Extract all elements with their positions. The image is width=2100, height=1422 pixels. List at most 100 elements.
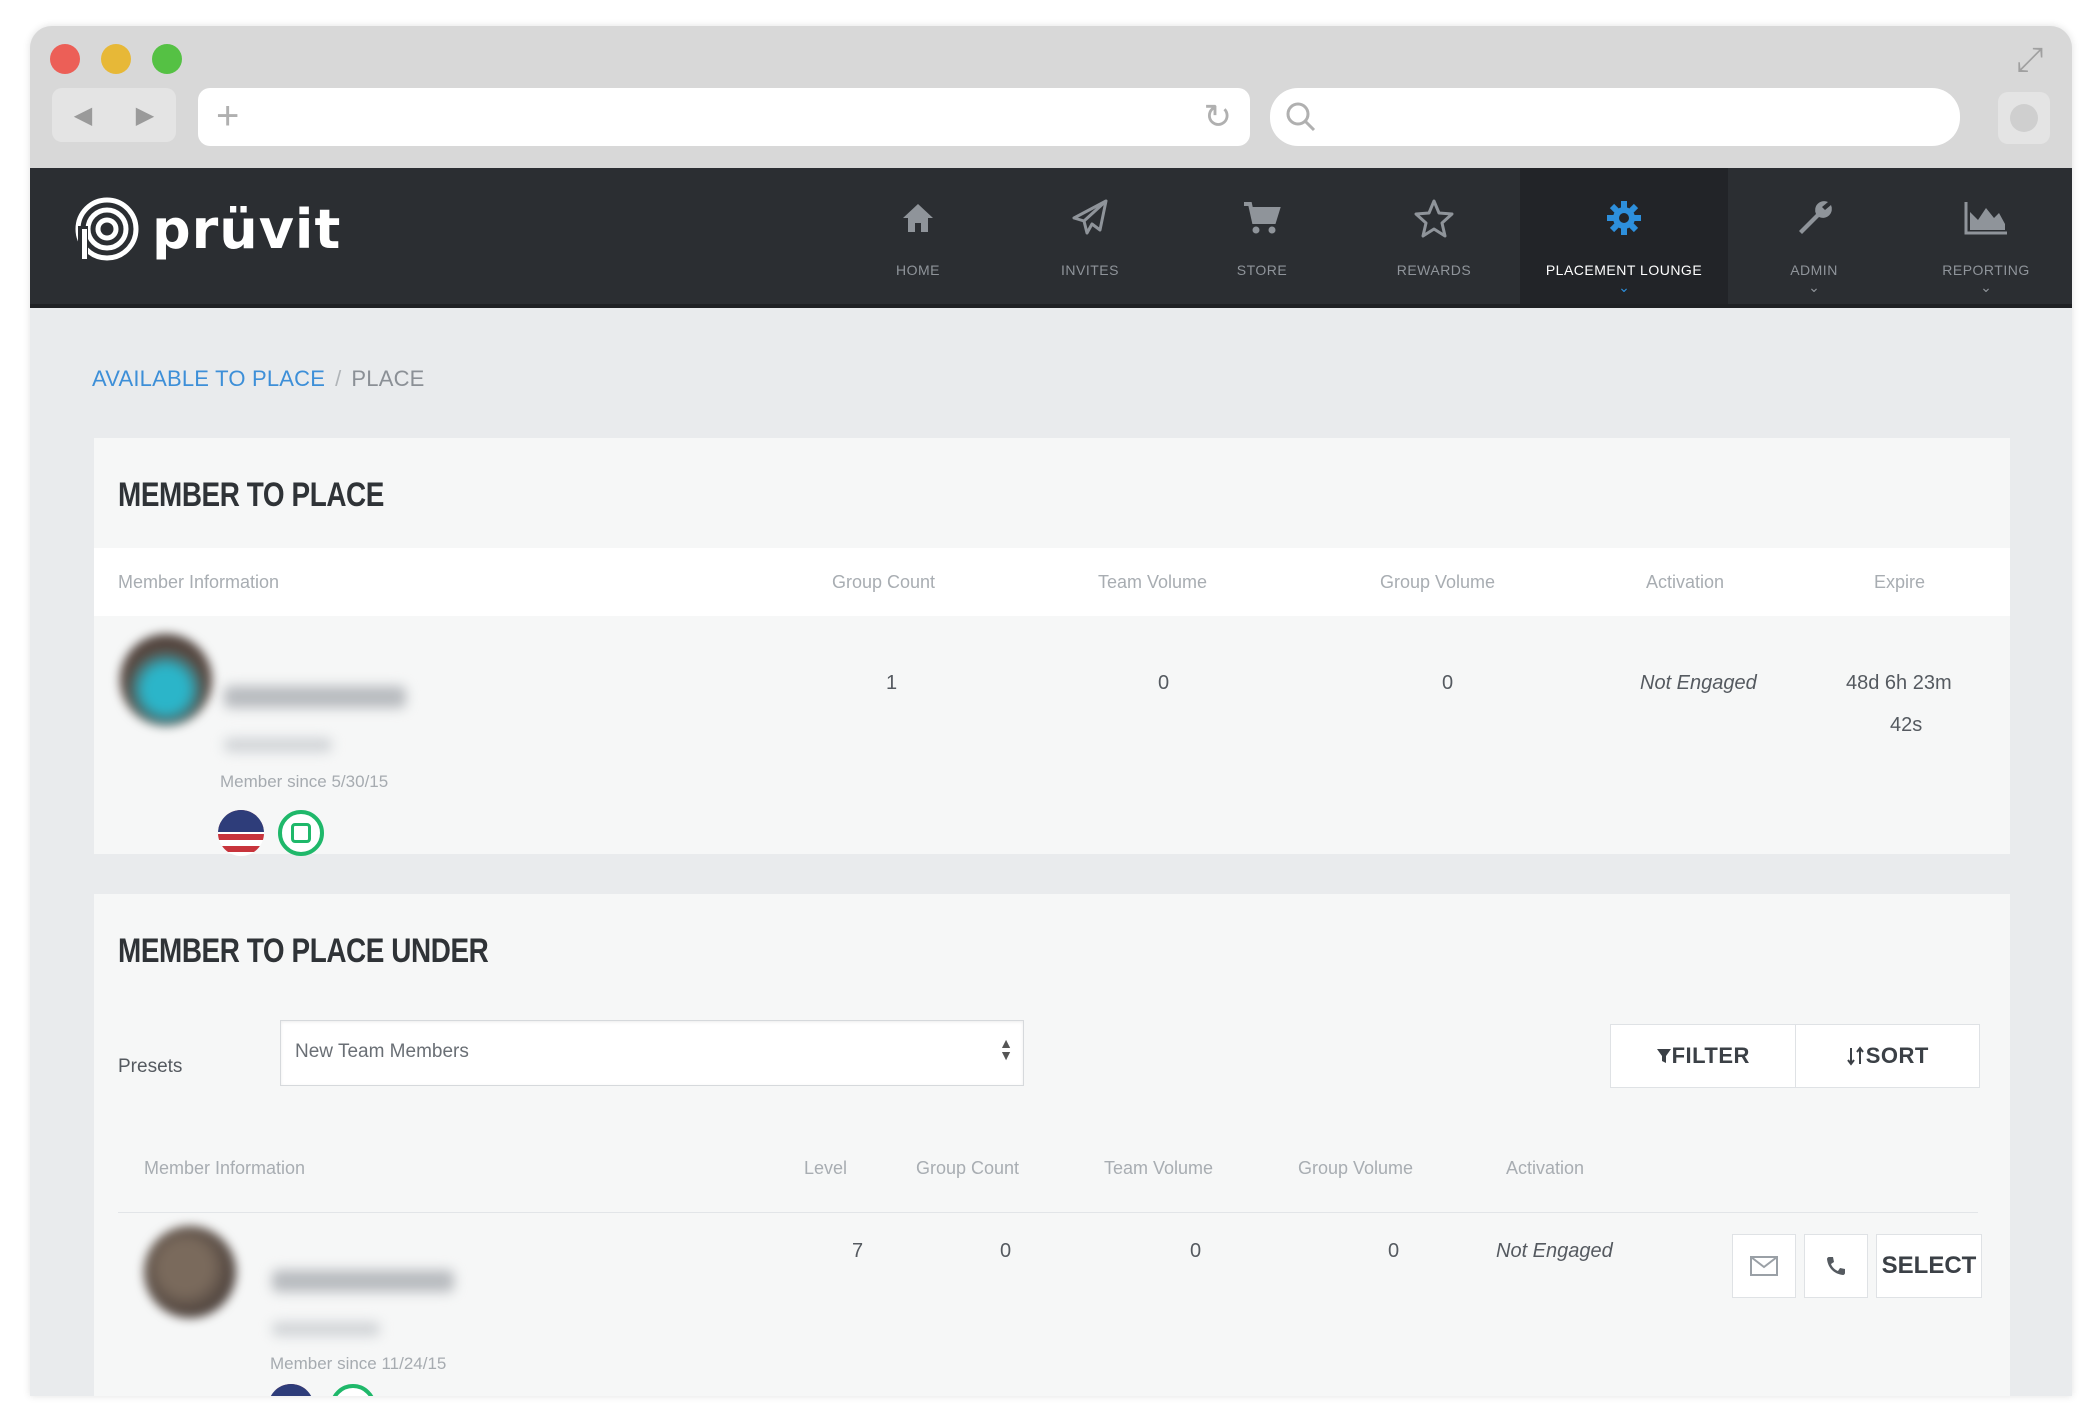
breadcrumb: AVAILABLE TO PLACE / PLACE — [92, 366, 425, 392]
nav-label: INVITES — [1061, 262, 1119, 278]
star-icon — [1414, 199, 1454, 238]
column-header: Member Information — [144, 1158, 306, 1178]
breadcrumb-current: PLACE — [351, 366, 425, 391]
sort-icon — [1846, 1046, 1864, 1066]
nav-label: STORE — [1236, 262, 1288, 278]
group-count: 0 — [1000, 1240, 1012, 1262]
member-to-place-under-panel: MEMBER TO PLACE UNDER Presets New Team M… — [94, 894, 2010, 1396]
nav-item-reporting[interactable]: REPORTING ⌄ — [1900, 168, 2072, 304]
team-volume: 0 — [1190, 1240, 1202, 1262]
minimize-window-button[interactable] — [101, 44, 131, 74]
filter-icon — [1656, 1049, 1671, 1063]
status-badge-icon — [330, 1384, 376, 1396]
member-id-redacted — [224, 738, 332, 752]
pruvit-logo-icon — [75, 197, 139, 261]
forward-icon[interactable]: ▶ — [136, 101, 154, 130]
sort-label: SORT — [1865, 1043, 1929, 1068]
new-tab-icon[interactable]: + — [216, 94, 239, 138]
column-header: Team Volume — [1104, 1158, 1214, 1178]
column-header: Activation — [1506, 1158, 1585, 1178]
chevron-down-icon: ⌄ — [1980, 279, 1992, 295]
column-header: Expire — [1874, 572, 1926, 592]
browser-window: ⤢ ◀ ▶ + ↻ prüvit HOME INVITES STORE REWA… — [30, 26, 2072, 1396]
cart-icon — [1244, 202, 1281, 234]
select-arrows-icon: ▲ ▼ — [999, 1035, 1013, 1063]
history-nav: ◀ ▶ — [52, 88, 176, 142]
reload-icon[interactable]: ↻ — [1204, 98, 1233, 136]
us-flag-icon — [268, 1384, 314, 1396]
group-volume: 0 — [1388, 1240, 1400, 1262]
email-button[interactable] — [1732, 1234, 1796, 1298]
column-header: Group Count — [916, 1158, 1020, 1178]
sort-button[interactable]: SORT — [1794, 1025, 1980, 1087]
panel-title: MEMBER TO PLACE UNDER — [118, 932, 489, 970]
gear-icon — [1607, 201, 1641, 235]
browser-profile-button[interactable] — [1998, 92, 2050, 144]
filter-button[interactable]: FILTER — [1611, 1025, 1795, 1087]
nav-item-admin[interactable]: ADMIN ⌄ — [1728, 168, 1900, 304]
nav-item-placement-lounge[interactable]: PLACEMENT LOUNGE ⌄ — [1520, 168, 1728, 304]
envelope-icon — [1750, 1256, 1778, 1276]
activation-status: Not Engaged — [1640, 672, 1757, 694]
browser-search-field[interactable] — [1270, 88, 1960, 146]
nav-item-home[interactable]: HOME — [832, 168, 1004, 304]
presets-select[interactable]: New Team Members ▲ ▼ — [280, 1020, 1024, 1086]
address-bar[interactable]: + ↻ — [198, 88, 1250, 146]
home-icon — [903, 204, 933, 232]
avatar — [120, 634, 212, 726]
filter-sort-group: FILTER SORT — [1610, 1024, 1980, 1088]
table-header: Member Information Group Count Team Volu… — [94, 548, 2010, 616]
logo-text: prüvit — [152, 197, 342, 261]
activation-status: Not Engaged — [1496, 1240, 1613, 1262]
back-icon[interactable]: ◀ — [74, 101, 92, 130]
panel-title: MEMBER TO PLACE — [118, 476, 384, 514]
phone-icon — [1827, 1257, 1845, 1275]
nav-item-invites[interactable]: INVITES — [1004, 168, 1176, 304]
logo[interactable]: prüvit — [74, 196, 341, 262]
nav-item-rewards[interactable]: REWARDS — [1348, 168, 1520, 304]
nav-label: HOME — [896, 262, 940, 278]
chevron-down-icon: ⌄ — [1618, 279, 1630, 295]
app-header: prüvit HOME INVITES STORE REWARDS PLACEM… — [30, 168, 2072, 308]
column-header: Group Count — [832, 572, 936, 592]
member-id-redacted — [272, 1322, 380, 1336]
main-nav: HOME INVITES STORE REWARDS PLACEMENT LOU… — [832, 168, 2072, 304]
close-window-button[interactable] — [50, 44, 80, 74]
column-header: Group Volume — [1380, 572, 1496, 592]
us-flag-icon — [218, 810, 264, 856]
column-header: Member Information — [118, 572, 280, 592]
avatar — [144, 1226, 236, 1318]
zoom-window-button[interactable] — [152, 44, 182, 74]
expire-time-seconds: 42s — [1890, 714, 1923, 736]
row-divider — [118, 1212, 1978, 1213]
group-count: 1 — [886, 672, 898, 694]
area-chart-icon — [1964, 202, 2007, 235]
paper-plane-icon — [1072, 199, 1108, 235]
member-since: Member since 5/30/15 — [220, 772, 389, 791]
nav-label: PLACEMENT LOUNGE — [1545, 262, 1703, 278]
status-badge-icon — [278, 810, 324, 856]
fullscreen-icon[interactable]: ⤢ — [2010, 40, 2050, 80]
column-header: Group Volume — [1298, 1158, 1414, 1178]
search-icon — [1286, 102, 1316, 132]
nav-label: REWARDS — [1396, 262, 1472, 278]
presets-label: Presets — [118, 1056, 183, 1077]
expire-time: 48d 6h 23m — [1846, 672, 1952, 694]
nav-item-store[interactable]: STORE — [1176, 168, 1348, 304]
filter-label: FILTER — [1671, 1043, 1750, 1068]
browser-toolbar: ⤢ ◀ ▶ + ↻ — [30, 26, 2072, 169]
wrench-icon — [1799, 201, 1832, 234]
nav-label: REPORTING — [1942, 262, 2030, 278]
member-name-redacted — [224, 686, 406, 708]
nav-label: ADMIN — [1790, 262, 1838, 278]
chevron-down-icon: ⌄ — [1808, 279, 1820, 295]
select-member-button[interactable]: SELECT — [1876, 1234, 1982, 1298]
phone-button[interactable] — [1804, 1234, 1868, 1298]
team-volume: 0 — [1158, 672, 1170, 694]
breadcrumb-link-available[interactable]: AVAILABLE TO PLACE — [92, 366, 325, 391]
member-name-redacted — [272, 1270, 454, 1292]
member-level: 7 — [852, 1240, 864, 1262]
group-volume: 0 — [1442, 672, 1454, 694]
member-to-place-panel: MEMBER TO PLACE Member Information Group… — [94, 438, 2010, 856]
presets-selected-value: New Team Members — [295, 1041, 469, 1062]
